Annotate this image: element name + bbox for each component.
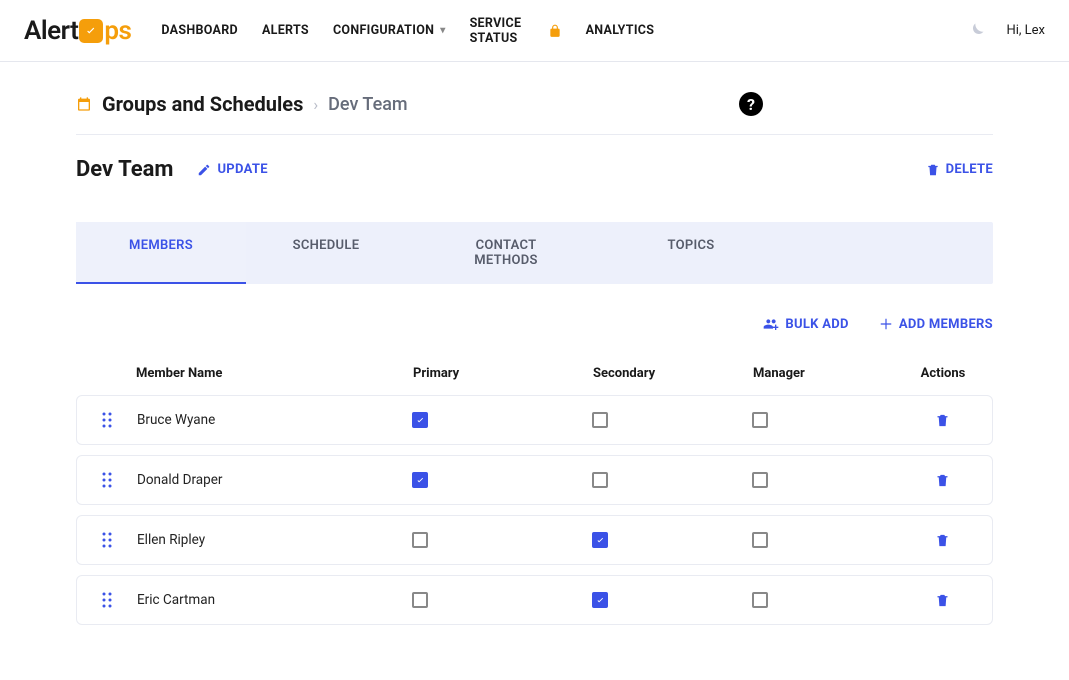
table-header: Member Name Primary Secondary Manager Ac… [76,352,993,395]
chevron-down-icon: ▾ [440,25,445,36]
update-label: UPDATE [217,162,267,177]
lock-icon [548,24,562,38]
tab-schedule[interactable]: SCHEDULE [246,222,406,284]
help-icon[interactable]: ? [739,92,763,116]
th-secondary: Secondary [593,366,753,381]
logo-badge-icon [79,19,103,43]
bulk-add-icon [763,316,779,332]
logo-prefix: Alert [24,16,78,46]
tab-topics[interactable]: TOPICS [606,222,776,284]
tab-members[interactable]: MEMBERS [76,222,246,284]
header-right: Hi, Lex [966,21,1045,41]
breadcrumb-main[interactable]: Groups and Schedules [102,92,303,116]
checkbox-secondary[interactable] [592,532,608,548]
nav-configuration[interactable]: CONFIGURATION ▾ [333,23,446,38]
nav-service-status-label: SERVICE STATUS [470,16,540,46]
table-row: Donald Draper [76,455,993,505]
row-delete-button[interactable] [935,413,950,428]
member-name: Donald Draper [137,472,412,488]
pencil-icon [197,163,211,177]
logo[interactable]: Alert ps [24,16,131,46]
checkbox-manager[interactable] [752,472,768,488]
drag-handle-icon[interactable] [77,532,137,548]
checkbox-primary[interactable] [412,412,428,428]
breadcrumb-sub: Dev Team [328,94,407,115]
th-member-name: Member Name [136,366,413,381]
nav-service-status[interactable]: SERVICE STATUS [470,16,562,46]
tabs: MEMBERS SCHEDULE CONTACT METHODS TOPICS [76,222,993,284]
nav-analytics[interactable]: ANALYTICS [586,23,655,38]
page-title: Dev Team [76,157,173,182]
member-name: Eric Cartman [137,592,412,608]
checkbox-manager[interactable] [752,592,768,608]
plus-icon [879,317,893,331]
row-delete-button[interactable] [935,473,950,488]
breadcrumb: Groups and Schedules › Dev Team ? [76,86,993,135]
checkbox-secondary[interactable] [592,412,608,428]
main-content: Groups and Schedules › Dev Team ? Dev Te… [0,62,1069,675]
table-row: Ellen Ripley [76,515,993,565]
calendar-icon [76,96,92,112]
logo-suffix: ps [104,16,131,46]
drag-handle-icon[interactable] [77,472,137,488]
trash-icon [926,163,940,177]
bulk-add-button[interactable]: BULK ADD [763,316,848,332]
add-members-label: ADD MEMBERS [899,317,993,332]
title-row: Dev Team UPDATE DELETE [76,135,993,192]
members-toolbar: BULK ADD ADD MEMBERS [76,284,993,352]
breadcrumb-separator-icon: › [313,95,318,114]
nav-dashboard[interactable]: DASHBOARD [161,23,238,38]
member-name: Bruce Wyane [137,412,412,428]
tab-contact-methods[interactable]: CONTACT METHODS [406,222,606,284]
checkbox-manager[interactable] [752,532,768,548]
main-nav: DASHBOARD ALERTS CONFIGURATION ▾ SERVICE… [161,16,654,46]
th-actions: Actions [893,366,993,381]
checkbox-secondary[interactable] [592,592,608,608]
delete-button[interactable]: DELETE [926,162,993,177]
nav-configuration-label: CONFIGURATION [333,23,434,38]
app-header: Alert ps DASHBOARD ALERTS CONFIGURATION … [0,0,1069,62]
table-body: Bruce Wyane Donald Draper Ellen Ripley Eric… [76,395,993,625]
checkbox-primary[interactable] [412,472,428,488]
dark-mode-icon[interactable] [966,21,986,41]
drag-handle-icon[interactable] [77,592,137,608]
checkbox-primary[interactable] [412,592,428,608]
add-members-button[interactable]: ADD MEMBERS [879,316,993,332]
row-delete-button[interactable] [935,593,950,608]
table-row: Eric Cartman [76,575,993,625]
bulk-add-label: BULK ADD [785,317,848,332]
drag-handle-icon[interactable] [77,412,137,428]
table-row: Bruce Wyane [76,395,993,445]
checkbox-secondary[interactable] [592,472,608,488]
user-greeting[interactable]: Hi, Lex [1006,23,1045,38]
update-button[interactable]: UPDATE [197,162,267,177]
row-delete-button[interactable] [935,533,950,548]
nav-alerts[interactable]: ALERTS [262,23,309,38]
th-primary: Primary [413,366,593,381]
th-manager: Manager [753,366,893,381]
delete-label: DELETE [946,162,993,177]
checkbox-manager[interactable] [752,412,768,428]
member-name: Ellen Ripley [137,532,412,548]
checkbox-primary[interactable] [412,532,428,548]
